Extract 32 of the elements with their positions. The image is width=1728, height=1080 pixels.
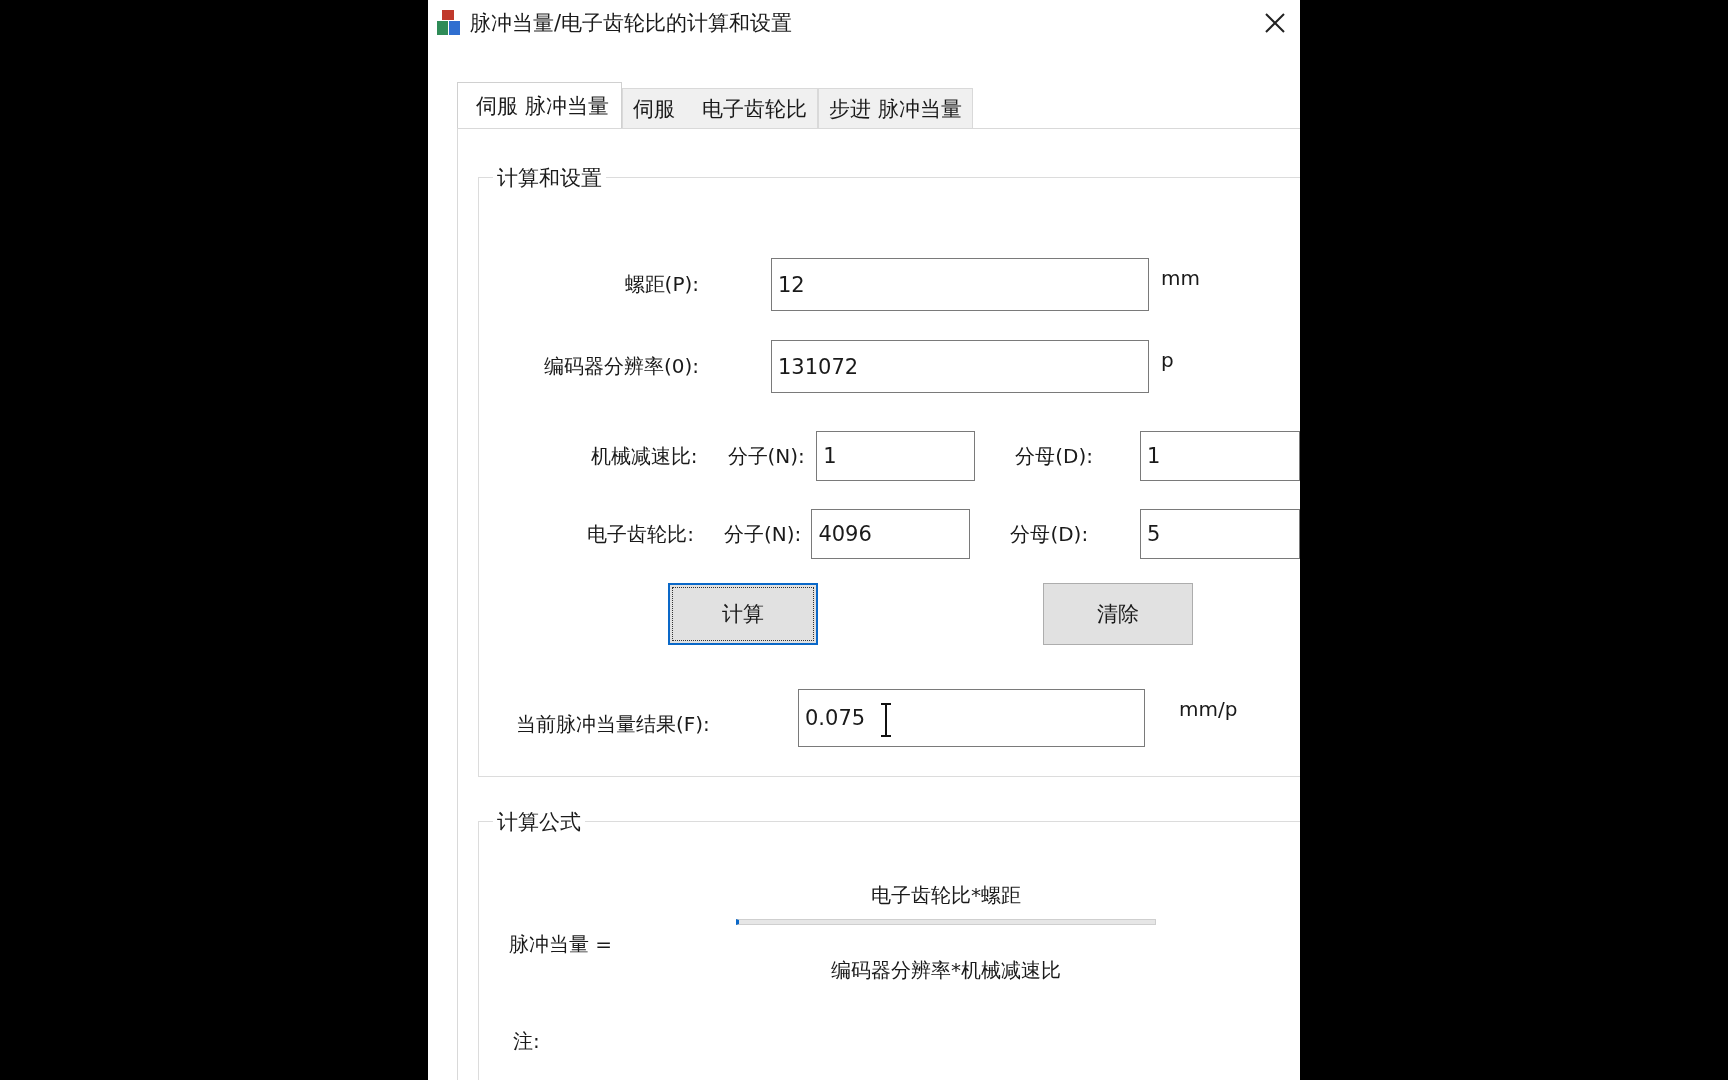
tab[interactable]: 伺服 脉冲当量 (457, 82, 622, 128)
calculate-button[interactable]: 计算 (668, 583, 818, 645)
formula-denominator: 编码器分辨率*机械减速比 (831, 957, 1061, 984)
app-icon (436, 8, 462, 37)
note-label: 注: (513, 1028, 540, 1055)
field-label: 当前脉冲当量结果(F): (516, 710, 711, 738)
field-label: 螺距(P): (623, 271, 700, 298)
field-label: 分子(N): (724, 520, 803, 548)
close-icon[interactable] (1264, 11, 1286, 34)
input-field[interactable]: 1 (1140, 431, 1300, 481)
text-cursor-icon (880, 703, 892, 737)
tab[interactable]: 伺服 电子齿轮比 (621, 88, 819, 128)
field-label: 分子(N): (727, 442, 806, 470)
tab[interactable]: 步进 脉冲当量 (818, 88, 974, 128)
unit-label: p (1161, 348, 1174, 372)
field-label: 分母(D): (1010, 520, 1090, 548)
input-field[interactable]: 4096 (811, 509, 971, 559)
clear-button[interactable]: 清除 (1043, 583, 1193, 645)
window-title: 脉冲当量/电子齿轮比的计算和设置 (470, 9, 793, 37)
unit-label: mm (1161, 266, 1200, 290)
formula-label: 脉冲当量 = (509, 930, 614, 958)
input-field[interactable]: 131072 (771, 340, 1149, 393)
input-field[interactable]: 5 (1140, 509, 1300, 559)
field-label: 分母(D): (1015, 442, 1095, 470)
input-field[interactable]: 12 (771, 258, 1149, 311)
field-label: 电子齿轮比: (586, 520, 694, 548)
field-label: 编码器分辨率(0): (542, 353, 700, 380)
unit-label: mm/p (1179, 697, 1238, 721)
input-field[interactable]: 1 (816, 431, 976, 481)
formula-numerator: 电子齿轮比*螺距 (871, 882, 1021, 909)
field-label: 机械减速比: (589, 442, 698, 470)
input-field[interactable]: 0.075 (798, 689, 1145, 747)
